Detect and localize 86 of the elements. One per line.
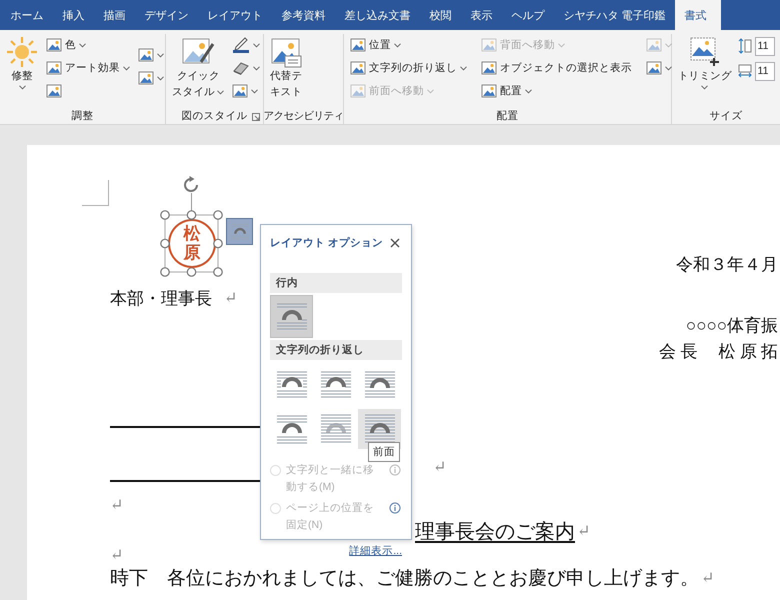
info-icon[interactable] xyxy=(389,502,401,514)
ribbon-tab[interactable]: ヘルプ xyxy=(502,0,554,30)
popup-title: レイアウト オプション xyxy=(270,236,383,250)
group-label: サイズ xyxy=(710,109,742,123)
size-field[interactable]: 11 xyxy=(754,62,775,80)
document-text: 会 長 松 原 拓 xyxy=(659,340,778,362)
eraser-icon xyxy=(232,60,250,76)
dropdown-button[interactable]: クイック スタイル xyxy=(170,34,226,108)
dropdown-button[interactable]: アート効果 xyxy=(44,57,132,79)
group-label: 調整 xyxy=(72,109,94,123)
ribbon-tab[interactable]: 表示 xyxy=(461,0,502,30)
resize-handle[interactable] xyxy=(160,267,170,277)
stamp-text: 松原 xyxy=(184,224,200,262)
ribbon-button[interactable]: オブジェクトの選択と表示 xyxy=(479,57,634,79)
width-icon xyxy=(738,63,752,79)
ribbon-tab[interactable]: デザイン xyxy=(135,0,198,30)
resize-handle[interactable] xyxy=(186,210,196,220)
dialog-launcher-icon[interactable] xyxy=(252,113,260,121)
ribbon-tab[interactable]: 差し込み文書 xyxy=(335,0,420,30)
ribbon-tab[interactable]: 参考資料 xyxy=(272,0,335,30)
size-field[interactable]: 11 xyxy=(754,36,775,56)
wrap-option[interactable] xyxy=(270,295,313,338)
document-text: 本部・理事長 xyxy=(110,288,212,310)
radio-label: 文字列と一緒に移動する(M) xyxy=(286,463,375,495)
ribbon-tab[interactable]: 書式 xyxy=(675,0,721,30)
text-wrap-icon xyxy=(230,222,250,242)
section-heading: 行内 xyxy=(270,273,402,293)
resize-handle[interactable] xyxy=(160,238,170,248)
paragraph-mark: ↵ xyxy=(110,546,124,565)
radio-label: ページ上の位置を固定(N) xyxy=(286,501,375,533)
dropdown-button[interactable]: 配置 xyxy=(479,80,634,102)
dropdown-button[interactable]: 修整 xyxy=(4,34,40,108)
pen-icon xyxy=(232,37,250,53)
section-heading: 文字列の折り返し xyxy=(270,340,402,360)
dropdown-button[interactable]: トリミング xyxy=(676,34,734,108)
picture-icon xyxy=(232,83,248,99)
resize-handle[interactable] xyxy=(213,267,223,277)
document-heading: 理事長会のご案内 xyxy=(415,520,575,544)
picture-icon xyxy=(646,37,662,53)
paragraph-mark: ↵ xyxy=(110,496,124,515)
group-label: 配置 xyxy=(496,109,518,123)
group-label: 図のスタイル xyxy=(182,109,248,123)
details-link[interactable]: 詳細表示... xyxy=(349,545,402,557)
picture-icon xyxy=(481,37,497,53)
ribbon-tab[interactable]: ホーム xyxy=(1,0,53,30)
dropdown-button[interactable]: 色 xyxy=(44,34,132,56)
sun-icon xyxy=(6,36,38,68)
dropdown-button[interactable]: 位置 xyxy=(348,34,469,56)
picture-icon xyxy=(350,83,366,99)
group-label: アクセシビリティ xyxy=(264,109,344,123)
picture-icon xyxy=(138,70,154,86)
ribbon-button[interactable]: 代替テ キスト xyxy=(268,34,304,108)
margin-corner-mark xyxy=(82,180,109,206)
picture-icon xyxy=(46,83,62,99)
picture-icon xyxy=(646,60,662,76)
ribbon-tab[interactable]: 描画 xyxy=(94,0,135,30)
picture-icon xyxy=(46,37,62,53)
picture-icon xyxy=(138,47,154,63)
resize-handle[interactable] xyxy=(213,238,223,248)
picture-icon xyxy=(481,60,497,76)
ribbon-tab[interactable]: シヤチハタ 電子印鑑 xyxy=(554,0,676,30)
document-text: 時下 各位におかれましては、ご健勝のこととお慶び申し上げます。 xyxy=(110,567,699,591)
paragraph-mark: ↵ xyxy=(701,569,714,588)
ribbon-tab[interactable]: レイアウト xyxy=(198,0,272,30)
picture-icon xyxy=(46,60,62,76)
height-icon xyxy=(738,38,752,54)
resize-handle[interactable] xyxy=(186,267,196,277)
tooltip: 前面 xyxy=(368,442,400,462)
paragraph-mark: ↵ xyxy=(433,458,446,477)
close-button[interactable] xyxy=(388,236,402,250)
resize-handle[interactable] xyxy=(160,210,170,220)
resize-handle[interactable] xyxy=(213,210,223,220)
document-text: ○○○○体育振 xyxy=(686,314,778,336)
paragraph-mark: ↵ xyxy=(577,522,590,541)
picture-icon xyxy=(350,37,366,53)
picture-icon xyxy=(350,60,366,76)
ribbon-tab[interactable]: 挿入 xyxy=(53,0,94,30)
dropdown-button[interactable]: 文字列の折り返し xyxy=(348,57,469,79)
close-icon xyxy=(390,238,400,248)
paragraph-mark: ↵ xyxy=(224,289,238,308)
ribbon-tab[interactable]: 校閲 xyxy=(420,0,461,30)
document-text: 令和３年４月 xyxy=(676,254,778,276)
picture-icon xyxy=(481,83,497,99)
rotate-handle[interactable] xyxy=(184,176,198,192)
picture-icon xyxy=(270,36,302,68)
crop-icon xyxy=(688,36,722,68)
